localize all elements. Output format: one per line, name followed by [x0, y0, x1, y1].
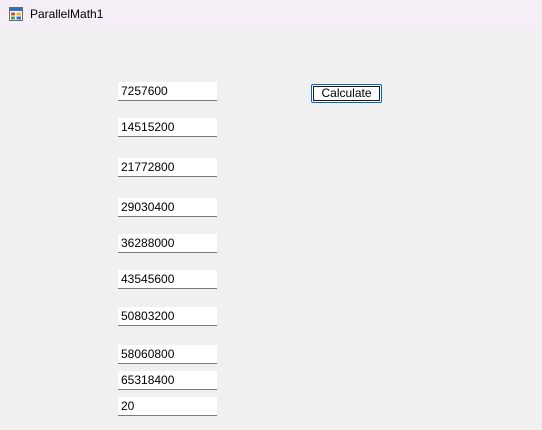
number-textbox-1[interactable] — [118, 82, 217, 101]
number-textbox-8[interactable] — [118, 345, 217, 364]
number-textbox-7[interactable] — [118, 307, 217, 326]
count-textbox[interactable] — [118, 397, 217, 416]
number-textbox-3[interactable] — [118, 158, 217, 177]
number-textbox-6[interactable] — [118, 270, 217, 289]
window-title: ParallelMath1 — [30, 7, 104, 21]
app-form-icon — [9, 7, 23, 21]
number-textbox-2[interactable] — [118, 118, 217, 137]
form-client-area — [0, 30, 542, 430]
number-textbox-5[interactable] — [118, 234, 217, 253]
title-bar[interactable]: ParallelMath1 — [0, 0, 542, 30]
number-textbox-4[interactable] — [118, 198, 217, 217]
number-textbox-9[interactable] — [118, 371, 217, 390]
calculate-button[interactable]: Calculate — [311, 84, 382, 103]
